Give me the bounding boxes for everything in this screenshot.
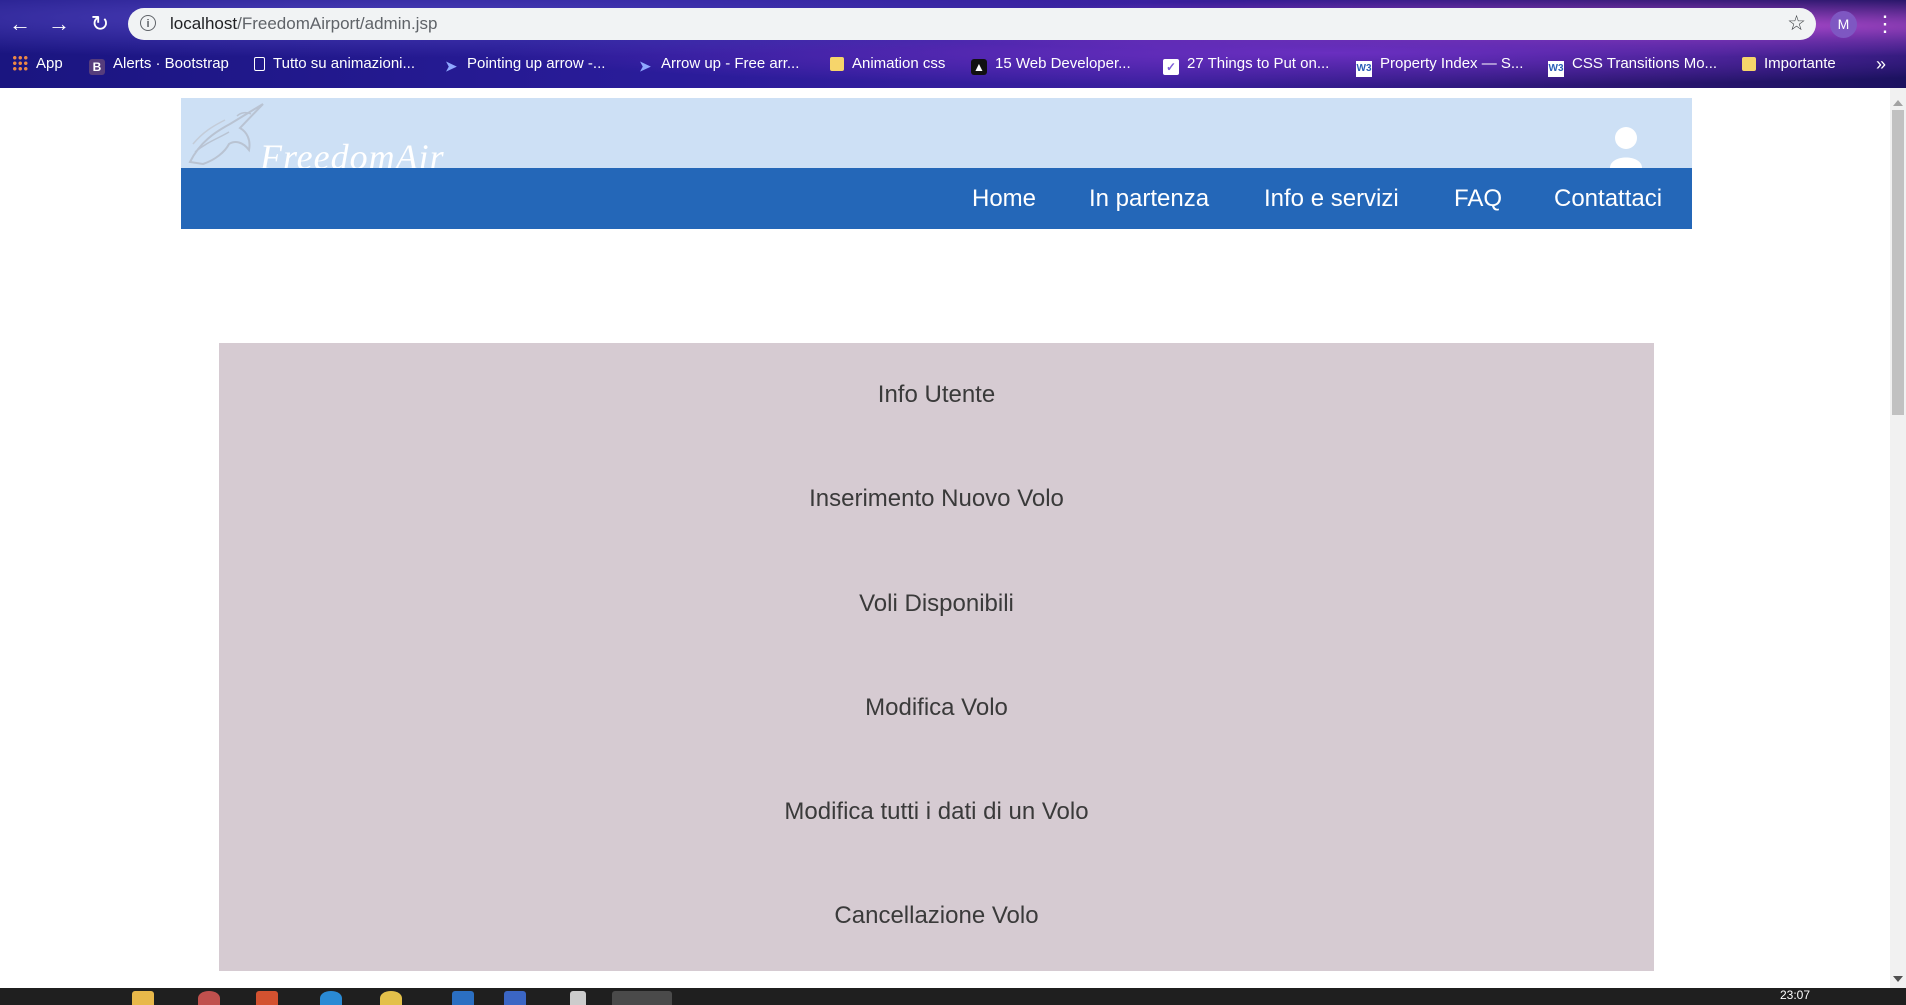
user-account-icon[interactable] bbox=[1609, 126, 1643, 168]
scrollbar-thumb[interactable] bbox=[1892, 110, 1904, 415]
vscode-icon[interactable] bbox=[452, 991, 474, 1005]
bookmark-star-icon[interactable]: ☆ bbox=[1787, 11, 1806, 36]
more-bookmarks-chevron-icon[interactable]: » bbox=[1876, 50, 1886, 78]
nav-faq[interactable]: FAQ bbox=[1454, 168, 1502, 229]
chrome-icon[interactable] bbox=[380, 991, 402, 1005]
nav-in-partenza[interactable]: In partenza bbox=[1089, 168, 1209, 229]
menu-modifica-tutti-dati[interactable]: Modifica tutti i dati di un Volo bbox=[219, 796, 1654, 828]
reload-icon[interactable]: ↻ bbox=[86, 10, 114, 38]
bookmark-label: Pointing up arrow -... bbox=[467, 55, 606, 72]
bookmark-label: CSS Transitions Mo... bbox=[1572, 55, 1718, 72]
back-arrow-icon[interactable]: ← bbox=[6, 10, 34, 38]
taskbar-clock: 23:07 bbox=[1780, 988, 1811, 1002]
address-bar[interactable]: i localhost/FreedomAirport/admin.jsp ☆ bbox=[128, 8, 1816, 40]
app-icon[interactable] bbox=[256, 991, 278, 1005]
bookmark-css-transitions[interactable]: W3 CSS Transitions Mo... bbox=[1548, 50, 1717, 78]
bookmark-label: 27 Things to Put on... bbox=[1187, 55, 1330, 72]
bookmark-label: App bbox=[36, 55, 63, 72]
profile-avatar[interactable]: M bbox=[1830, 11, 1857, 38]
bookmark-pointing-arrow[interactable]: ➤ Pointing up arrow -... bbox=[443, 50, 605, 78]
menu-cancellazione-volo[interactable]: Cancellazione Volo bbox=[219, 900, 1654, 932]
bookmark-arrow-up[interactable]: ➤ Arrow up - Free arr... bbox=[637, 50, 799, 78]
document-icon bbox=[254, 57, 265, 71]
site-info-icon[interactable]: i bbox=[140, 15, 156, 31]
url-text[interactable]: localhost/FreedomAirport/admin.jsp bbox=[170, 8, 437, 40]
site-logo[interactable]: FreedomAir bbox=[185, 102, 475, 177]
menu-modifica-volo[interactable]: Modifica Volo bbox=[219, 692, 1654, 724]
bookmark-animazioni[interactable]: Tutto su animazioni... bbox=[254, 50, 415, 78]
bookmark-label: 15 Web Developer... bbox=[995, 55, 1131, 72]
folder-icon bbox=[1742, 57, 1756, 71]
app-icon[interactable] bbox=[320, 991, 342, 1005]
bookmark-label: Importante bbox=[1764, 55, 1836, 72]
bookmark-animation-css[interactable]: Animation css bbox=[830, 50, 945, 78]
file-explorer-icon[interactable] bbox=[132, 991, 154, 1005]
arrow-site-icon: ➤ bbox=[639, 58, 651, 74]
apps-grid-icon bbox=[12, 55, 28, 71]
url-path: /FreedomAirport/admin.jsp bbox=[237, 14, 438, 33]
bookmark-label: Tutto su animazioni... bbox=[273, 55, 416, 72]
forward-arrow-icon[interactable]: → bbox=[45, 10, 73, 38]
os-taskbar: 23:07 bbox=[0, 988, 1906, 1005]
bookmark-web-developer[interactable]: ▲ 15 Web Developer... bbox=[971, 50, 1131, 78]
nav-info-e-servizi[interactable]: Info e servizi bbox=[1264, 168, 1399, 229]
bootstrap-icon: B bbox=[89, 59, 105, 75]
arrow-site-icon: ➤ bbox=[445, 58, 457, 74]
bookmark-label: Arrow up - Free arr... bbox=[661, 55, 800, 72]
nav-home[interactable]: Home bbox=[972, 168, 1036, 229]
bookmark-alerts-bootstrap[interactable]: B Alerts · Bootstrap bbox=[89, 50, 229, 78]
scroll-down-arrow-icon[interactable] bbox=[1893, 976, 1903, 982]
w3-icon: W3 bbox=[1356, 61, 1372, 77]
url-host: localhost bbox=[170, 14, 238, 33]
app-icon[interactable] bbox=[504, 991, 526, 1005]
active-window-icon[interactable] bbox=[612, 991, 672, 1005]
bookmark-property-index[interactable]: W3 Property Index — S... bbox=[1356, 50, 1523, 78]
admin-menu-panel: Info Utente Inserimento Nuovo Volo Voli … bbox=[219, 343, 1654, 971]
app-icon[interactable] bbox=[198, 991, 220, 1005]
menu-info-utente[interactable]: Info Utente bbox=[219, 379, 1654, 411]
bookmark-27-things[interactable]: ✓ 27 Things to Put on... bbox=[1163, 50, 1329, 78]
bookmark-label: Animation css bbox=[852, 55, 946, 72]
nav-contattaci[interactable]: Contattaci bbox=[1554, 168, 1662, 229]
bookmark-label: Property Index — S... bbox=[1380, 55, 1524, 72]
dev-site-icon: ▲ bbox=[971, 59, 987, 75]
settings-gear-icon[interactable] bbox=[570, 991, 586, 1005]
scroll-up-arrow-icon[interactable] bbox=[1893, 100, 1903, 106]
site-header: FreedomAir bbox=[181, 98, 1692, 177]
pen-site-icon: ✓ bbox=[1163, 59, 1179, 75]
menu-voli-disponibili[interactable]: Voli Disponibili bbox=[219, 588, 1654, 620]
bookmark-label: Alerts · Bootstrap bbox=[113, 55, 229, 72]
bookmark-importante[interactable]: Importante bbox=[1742, 50, 1836, 78]
main-navbar: Home In partenza Info e servizi FAQ Cont… bbox=[181, 168, 1692, 229]
folder-icon bbox=[830, 57, 844, 71]
bookmarks-bar: App B Alerts · Bootstrap Tutto su animazi… bbox=[0, 50, 1906, 78]
menu-inserimento-nuovo-volo[interactable]: Inserimento Nuovo Volo bbox=[219, 483, 1654, 515]
browser-menu-icon[interactable]: ⋮ bbox=[1874, 10, 1896, 38]
browser-chrome: ← → ↻ i localhost/FreedomAirport/admin.j… bbox=[0, 0, 1906, 88]
bookmark-app[interactable]: App bbox=[12, 50, 63, 78]
w3-icon: W3 bbox=[1548, 61, 1564, 77]
